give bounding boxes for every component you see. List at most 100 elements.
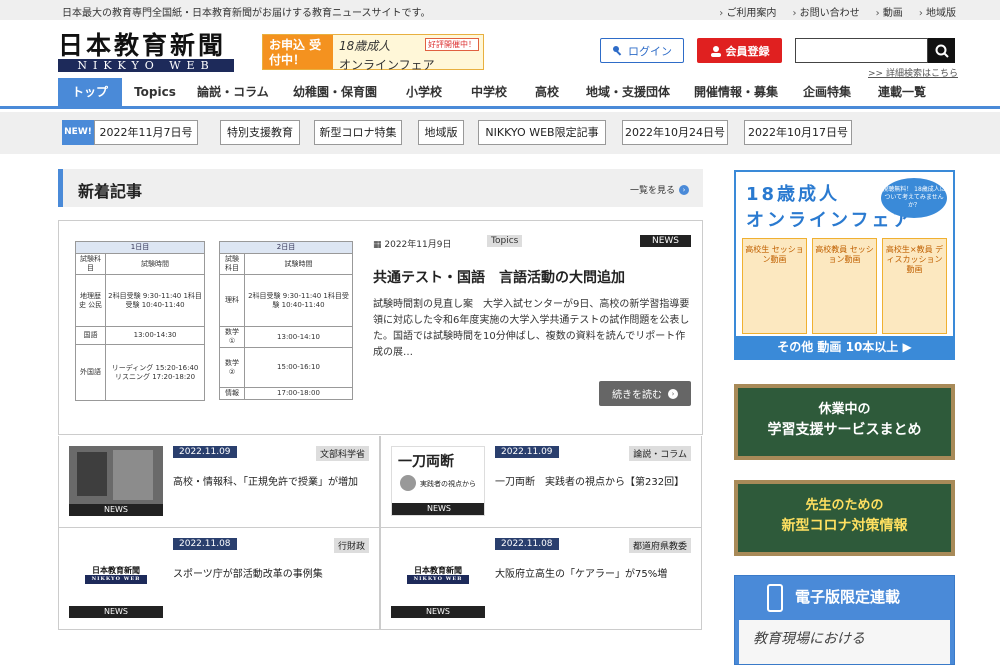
article-card[interactable]: NEWS 2022.11.09 文部科学省 高校・情報科、「正規免許で授業」が増… — [58, 436, 380, 528]
search-input[interactable] — [795, 38, 928, 63]
digital-series-banner[interactable]: 電子版限定連載 教育現場における — [734, 575, 955, 665]
article-title[interactable]: 高校・情報科、「正規免許で授業」が増加 — [173, 474, 369, 491]
table-cell: 外国語 — [74, 344, 107, 401]
article-title[interactable]: 一刀両断 実践者の視点から【第232回】 — [495, 474, 691, 491]
thumb-title: 一刀両断 — [398, 454, 454, 470]
fair-bubble: 視聴無料！ 18歳成人について考えてみませんか？ — [881, 178, 947, 218]
logo-jp: 日本教育新聞 — [58, 31, 227, 60]
tag-issue-1024[interactable]: 2022年10月24日号 — [622, 120, 728, 145]
section-title: 新着記事 — [78, 182, 143, 201]
table-cell: 情報 — [219, 387, 245, 400]
table-cell: 15:00-16:10 — [243, 347, 354, 388]
arrow-right-icon: › — [668, 388, 678, 399]
table-cell: 理科 — [219, 274, 245, 327]
read-more-label: 続きを読む — [612, 390, 662, 401]
table-cell: 数学① — [219, 326, 245, 348]
top-bar: 日本最大の教育専門全国紙・日本教育新聞がお届けする教育ニュースサイトです。 ご利… — [0, 0, 1000, 20]
day2-title: 2日目 — [219, 241, 353, 254]
learning-support-banner[interactable]: 休業中の 学習支援サービスまとめ — [734, 384, 955, 460]
covid-info-banner[interactable]: 先生のための 新型コロナ対策情報 — [734, 480, 955, 556]
banner-badge: 好評開催中！ — [425, 38, 479, 51]
view-all-link[interactable]: 一覧を見る › — [630, 183, 689, 196]
tag-regional[interactable]: 地域版 — [418, 120, 464, 145]
featured-meta: ▦ 2022年11月9日 Topics NEWS — [373, 235, 691, 251]
search-button[interactable] — [928, 38, 955, 63]
article-category[interactable]: 文部科学省 — [315, 446, 369, 461]
article-card[interactable]: 日本教育新聞 NIKKYO WEB NEWS 2022.11.08 行財政 スポー… — [58, 528, 380, 630]
fair-title-1: 18歳成人 — [746, 184, 841, 205]
article-title[interactable]: 大阪府立高生の「ケアラー」が75%増 — [495, 566, 691, 583]
article-date: 2022.11.08 — [173, 538, 237, 550]
board2-line2: 新型コロナ対策情報 — [781, 518, 908, 534]
banner-sub: オンラインフェア — [339, 58, 435, 72]
placeholder-logo-jp: 日本教育新聞 — [414, 565, 462, 575]
link-guide[interactable]: ご利用案内 — [719, 4, 776, 19]
login-label: ログイン — [628, 44, 672, 58]
table-cell: 2科目受験 9:30-11:40 1科目受験 10:40-11:40 — [243, 274, 354, 327]
nav-column[interactable]: 論説・コラム — [188, 78, 278, 106]
placeholder-logo-jp: 日本教育新聞 — [92, 565, 140, 575]
thumb-subtitle: 実践者の視点から — [420, 480, 476, 488]
tag-web-limited[interactable]: NIKKYO WEB限定記事 — [478, 120, 606, 145]
tag-issue-1107[interactable]: 2022年11月7日号 — [94, 120, 198, 145]
article-card[interactable]: 一刀両断 実践者の視点から NEWS 2022.11.09 論説・コラム 一刀両… — [380, 436, 702, 528]
tag-covid[interactable]: 新型コロナ特集 — [314, 120, 402, 145]
table-cell: 地理歴史 公民 — [74, 274, 107, 327]
article-thumbnail: 日本教育新聞 NIKKYO WEB NEWS — [69, 538, 163, 618]
nav-elementary[interactable]: 小学校 — [392, 78, 456, 106]
article-card[interactable]: 日本教育新聞 NIKKYO WEB NEWS 2022.11.08 都道府県教委 … — [380, 528, 702, 630]
schedule-table-day2: 2日目 試験科目 試験時間 理科 2科目受験 9:30-11:40 1科目受験 10… — [219, 241, 354, 400]
new-badge: NEW! — [62, 120, 94, 145]
table-cell: 13:00-14:30 — [105, 326, 205, 345]
link-video[interactable]: 動画 — [876, 4, 903, 19]
news-badge: NEWS — [639, 235, 691, 247]
news-badge: NEWS — [69, 504, 163, 516]
view-all-label: 一覧を見る — [629, 186, 675, 196]
schedule-table-day1: 1日目 試験科目 試験時間 地理歴史 公民 2科目受験 9:30-11:40 1科目… — [74, 241, 205, 401]
article-thumbnail: NEWS — [69, 446, 163, 516]
nav-top[interactable]: トップ — [58, 78, 122, 106]
table-head: 試験科目 — [219, 253, 245, 275]
article-category[interactable]: 都道府県教委 — [628, 538, 691, 553]
nav-features[interactable]: 企画特集 — [788, 78, 866, 106]
featured-title[interactable]: 共通テスト・国語 言語活動の大問追加 — [373, 267, 625, 287]
nav-regional[interactable]: 地域・支援団体 — [572, 78, 684, 106]
fair-banner[interactable]: お申込 受付中！ 18歳成人 オンラインフェア 好評開催中！ — [262, 34, 484, 72]
read-more-button[interactable]: 続きを読む › — [599, 381, 691, 406]
fair-col-discussion: 高校生×教員 ディスカッション動画 — [882, 238, 947, 334]
fair-side-banner[interactable]: 18歳成人 オンラインフェア 視聴無料！ 18歳成人について考えてみませんか？ … — [734, 170, 955, 360]
article-date: 2022.11.09 — [495, 446, 559, 458]
tag-issue-1017[interactable]: 2022年10月17日号 — [744, 120, 852, 145]
placeholder-logo-en: NIKKYO WEB — [85, 575, 147, 584]
nav-topics[interactable]: Topics — [122, 78, 188, 106]
featured-category[interactable]: Topics — [487, 235, 523, 247]
article-thumbnail: 一刀両断 実践者の視点から NEWS — [391, 446, 485, 516]
article-category[interactable]: 論説・コラム — [629, 446, 691, 461]
nav-events[interactable]: 開催情報・募集 — [684, 78, 788, 106]
fair-col-teachers: 高校教員 セッション動画 — [812, 238, 877, 334]
board1-line2: 学習支援サービスまとめ — [767, 422, 922, 438]
smartphone-icon — [767, 584, 783, 612]
link-contact[interactable]: お問い合わせ — [792, 4, 860, 19]
site-logo[interactable]: 日本教育新聞 NIKKYO WEB — [58, 31, 234, 72]
main-nav: トップ Topics 論説・コラム 幼稚園・保育園 小学校 中学校 高校 地域・… — [0, 78, 1000, 109]
featured-date: ▦ 2022年11月9日 — [373, 240, 452, 250]
news-badge: NEWS — [392, 503, 484, 515]
link-regional[interactable]: 地域版 — [919, 4, 956, 19]
nav-high-school[interactable]: 高校 — [522, 78, 572, 106]
nav-series[interactable]: 連載一覧 — [866, 78, 938, 106]
nav-kindergarten[interactable]: 幼稚園・保育園 — [278, 78, 392, 106]
article-category[interactable]: 行財政 — [333, 538, 369, 553]
tag-special-needs[interactable]: 特別支援教育 — [220, 120, 300, 145]
login-button[interactable]: ログイン — [600, 38, 684, 63]
article-thumbnail: 日本教育新聞 NIKKYO WEB NEWS — [391, 538, 485, 618]
section-header: 新着記事 一覧を見る › — [58, 169, 703, 207]
exam-schedule-image: 1日目 試験科目 試験時間 地理歴史 公民 2科目受験 9:30-11:40 1科目… — [74, 241, 355, 416]
day1-title: 1日目 — [75, 241, 205, 254]
board2-line1: 先生のための — [805, 498, 884, 513]
register-button[interactable]: 会員登録 — [697, 38, 782, 63]
nav-junior-high[interactable]: 中学校 — [456, 78, 522, 106]
article-title[interactable]: スポーツ庁が部活動改革の事例集 — [173, 566, 369, 583]
site-tagline: 日本最大の教育専門全国紙・日本教育新聞がお届けする教育ニュースサイトです。 — [62, 8, 431, 19]
featured-article[interactable]: 1日目 試験科目 試験時間 地理歴史 公民 2科目受験 9:30-11:40 1科目… — [58, 220, 703, 435]
